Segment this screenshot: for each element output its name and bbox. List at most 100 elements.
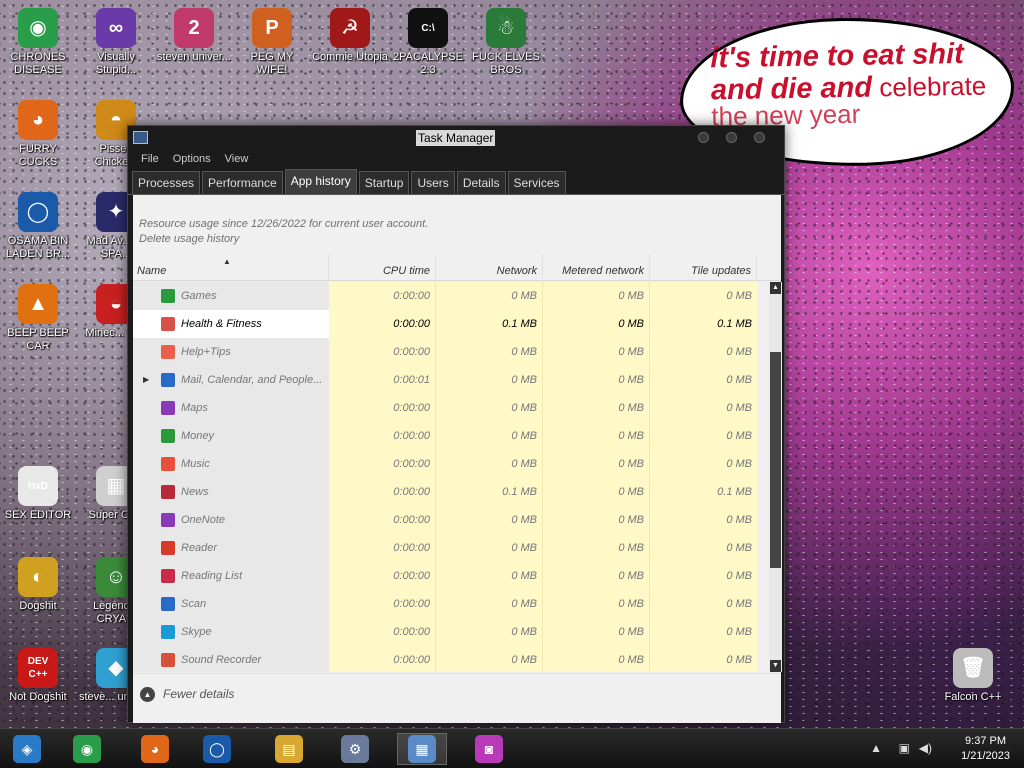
desktop-shortcut[interactable]: C:\ 2PACALYPSE 2.3 bbox=[390, 8, 466, 77]
desktop-shortcut-label: Not Dogshit bbox=[9, 691, 67, 703]
network-cell: 0 MB bbox=[436, 618, 543, 646]
taskbar-button[interactable]: ◉ bbox=[62, 733, 112, 765]
metered-network-cell: 0 MB bbox=[543, 506, 650, 534]
footer-bar: ▲ Fewer details bbox=[133, 673, 781, 723]
title-bar[interactable]: Task Manager bbox=[128, 126, 784, 152]
recycle-bin-icon: 🗑 bbox=[953, 648, 993, 688]
taskbar-button[interactable]: ◯ bbox=[192, 733, 242, 765]
close-button[interactable] bbox=[754, 132, 765, 143]
desktop-shortcut-label: FURRY CUCKS bbox=[18, 143, 58, 168]
fewer-details-button[interactable]: Fewer details bbox=[163, 687, 234, 701]
taskbar-button[interactable]: ◈ bbox=[2, 733, 52, 765]
table-row[interactable]: Maps 0:00:00 0 MB 0 MB 0 MB bbox=[133, 394, 767, 422]
network-cell: 0 MB bbox=[436, 534, 543, 562]
expand-arrow-icon[interactable]: ▶ bbox=[143, 366, 149, 394]
delete-usage-history-link[interactable]: Delete usage history bbox=[139, 232, 428, 247]
table-row[interactable]: News 0:00:00 0.1 MB 0 MB 0.1 MB bbox=[133, 478, 767, 506]
taskbar-button[interactable]: ▤ bbox=[264, 733, 314, 765]
desktop-shortcut-label: Commie Utopia bbox=[312, 51, 388, 63]
table-row[interactable]: Music 0:00:00 0 MB 0 MB 0 MB bbox=[133, 450, 767, 478]
desktop-shortcut[interactable]: DEV C++ Not Dogshit bbox=[0, 648, 76, 704]
table-row[interactable]: Sound Recorder 0:00:00 0 MB 0 MB 0 MB bbox=[133, 646, 767, 672]
volume-icon[interactable]: ◀) bbox=[919, 741, 932, 755]
task-manager-window[interactable]: Task Manager File Options View Processes… bbox=[127, 125, 785, 723]
column-header-row: ▲ Name CPU time Network Metered network … bbox=[133, 255, 781, 281]
sound-recorder-icon bbox=[161, 653, 175, 667]
metered-network-cell: 0 MB bbox=[543, 394, 650, 422]
desktop-shortcut[interactable]: P PEG MY WIFE! bbox=[234, 8, 310, 77]
desktop-shortcut[interactable]: ∞ Visually Stupid... bbox=[78, 8, 154, 77]
scroll-up-icon[interactable]: ▲ bbox=[770, 282, 781, 294]
menu-view[interactable]: View bbox=[220, 152, 254, 169]
network-icon[interactable]: ▣ bbox=[899, 741, 910, 755]
cpu-time-cell: 0:00:01 bbox=[329, 366, 436, 394]
tab-processes[interactable]: Processes bbox=[132, 171, 201, 194]
menu-options[interactable]: Options bbox=[168, 152, 216, 169]
taskbar-button[interactable]: ▦ bbox=[397, 733, 447, 765]
metered-network-cell: 0 MB bbox=[543, 310, 650, 338]
desktop-shortcut[interactable]: HxD SEX EDITOR bbox=[0, 466, 76, 522]
app-history-list: Games 0:00:00 0 MB 0 MB 0 MB Health & Fitness… bbox=[133, 282, 767, 672]
desktop-shortcut-label: Falcon C++ bbox=[944, 691, 1002, 703]
show-hidden-icons-icon[interactable]: ▲ bbox=[870, 741, 882, 755]
table-row[interactable]: Skype 0:00:00 0 MB 0 MB 0 MB bbox=[133, 618, 767, 646]
maximize-button[interactable] bbox=[726, 132, 737, 143]
desktop-shortcut[interactable]: 🗑 Falcon C++ bbox=[935, 648, 1011, 704]
desktop-shortcut[interactable]: ◕ FURRY CUCKS bbox=[0, 100, 76, 169]
table-row[interactable]: OneNote 0:00:00 0 MB 0 MB 0 MB bbox=[133, 506, 767, 534]
table-row[interactable]: Mail, Calendar, and People... ▶ 0:00:01 0 M… bbox=[133, 366, 767, 394]
tab-performance[interactable]: Performance bbox=[202, 171, 283, 194]
tile-updates-cell: 0 MB bbox=[650, 646, 757, 672]
column-header-cpu-time[interactable]: CPU time bbox=[329, 255, 436, 281]
tab-startup[interactable]: Startup bbox=[358, 171, 410, 194]
cpu-time-cell: 0:00:00 bbox=[329, 338, 436, 366]
column-header-name[interactable]: Name bbox=[133, 255, 329, 281]
desktop-shortcut[interactable]: ◯ OSAMA BIN LADEN BR... bbox=[0, 192, 76, 261]
table-row[interactable]: Scan 0:00:00 0 MB 0 MB 0 MB bbox=[133, 590, 767, 618]
games-icon bbox=[161, 289, 175, 303]
task-manager-icon: ▦ bbox=[408, 735, 436, 763]
tab-services[interactable]: Services bbox=[507, 171, 566, 194]
tab-users[interactable]: Users bbox=[411, 171, 455, 194]
cpu-time-cell: 0:00:00 bbox=[329, 646, 436, 672]
network-cell: 0 MB bbox=[436, 590, 543, 618]
chevron-up-icon[interactable]: ▲ bbox=[140, 687, 155, 702]
menu-file[interactable]: File bbox=[136, 152, 164, 169]
table-row[interactable]: Health & Fitness 0:00:00 0.1 MB 0 MB 0.1 MB bbox=[133, 310, 767, 338]
speech-line-1: it's time to eat shit bbox=[710, 37, 965, 75]
table-row[interactable]: Help+Tips 0:00:00 0 MB 0 MB 0 MB bbox=[133, 338, 767, 366]
table-row[interactable]: Reading List 0:00:00 0 MB 0 MB 0 MB bbox=[133, 562, 767, 590]
column-header-metered-network[interactable]: Metered network bbox=[543, 255, 650, 281]
desktop-shortcut[interactable]: ☭ Commie Utopia bbox=[312, 8, 388, 64]
desktop-shortcut-label: BEEP BEEP CAR bbox=[7, 327, 69, 352]
column-header-network[interactable]: Network bbox=[436, 255, 543, 281]
desktop-shortcut[interactable]: ☃ FUCK ELVES BROS bbox=[468, 8, 544, 77]
vertical-scrollbar[interactable]: ▲ ▼ bbox=[769, 282, 782, 672]
network-cell: 0 MB bbox=[436, 282, 543, 310]
desktop-shortcut[interactable]: ▲ BEEP BEEP CAR bbox=[0, 284, 76, 353]
desktop-shortcut-label: Visually Stupid... bbox=[95, 51, 137, 76]
table-row[interactable]: Games 0:00:00 0 MB 0 MB 0 MB bbox=[133, 282, 767, 310]
tab-app-history[interactable]: App history bbox=[284, 169, 357, 194]
scroll-thumb[interactable] bbox=[770, 352, 781, 568]
column-header-tile-updates[interactable]: Tile updates bbox=[650, 255, 757, 281]
firefox-icon: ◕ bbox=[18, 100, 58, 140]
minimize-button[interactable] bbox=[698, 132, 709, 143]
taskbar-button[interactable]: ⚙ bbox=[330, 733, 380, 765]
taskbar-button[interactable]: ◙ bbox=[464, 733, 514, 765]
taskbar-button[interactable]: ◕ bbox=[130, 733, 180, 765]
desktop-shortcut[interactable]: ◐ Dogshit bbox=[0, 557, 76, 613]
table-row[interactable]: Money 0:00:00 0 MB 0 MB 0 MB bbox=[133, 422, 767, 450]
desktop-shortcut[interactable]: ◉ CHRONES DISEASE bbox=[0, 8, 76, 77]
hxd-editor-icon: HxD bbox=[18, 466, 58, 506]
scroll-down-icon[interactable]: ▼ bbox=[770, 660, 781, 672]
network-cell: 0 MB bbox=[436, 646, 543, 672]
network-cell: 0 MB bbox=[436, 450, 543, 478]
table-row[interactable]: Reader 0:00:00 0 MB 0 MB 0 MB bbox=[133, 534, 767, 562]
file-explorer-icon: ▤ bbox=[275, 735, 303, 763]
clock[interactable]: 9:37 PM 1/21/2023 bbox=[961, 734, 1010, 764]
obama-logo-icon: ◯ bbox=[18, 192, 58, 232]
cpu-time-cell: 0:00:00 bbox=[329, 282, 436, 310]
tab-details[interactable]: Details bbox=[456, 171, 506, 194]
desktop-shortcut[interactable]: 2 steven univer... bbox=[156, 8, 232, 64]
